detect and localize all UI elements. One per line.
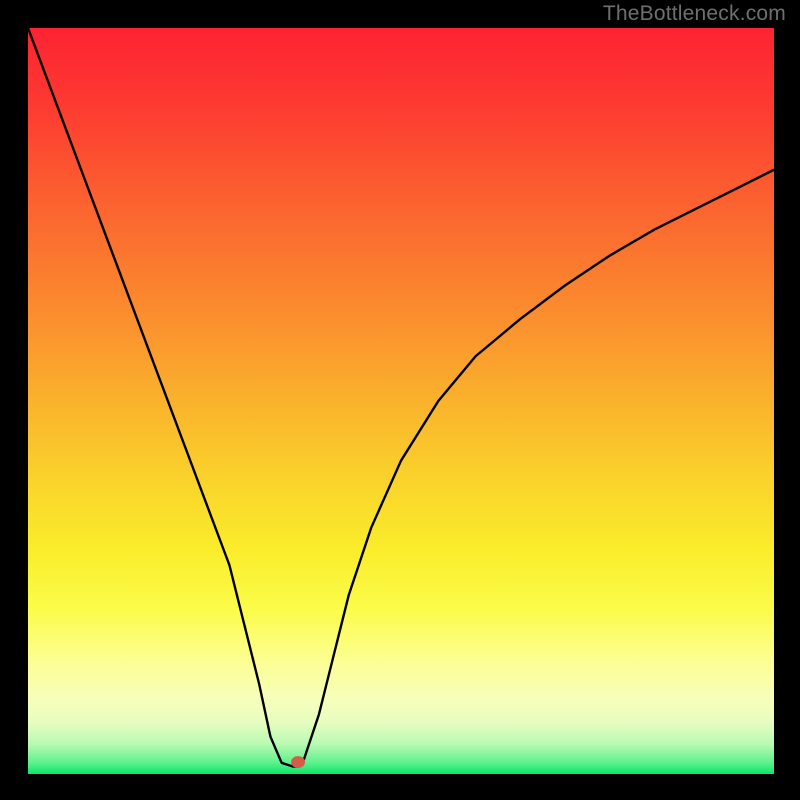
chart-frame: TheBottleneck.com: [0, 0, 800, 800]
bottleneck-chart: [28, 28, 774, 774]
optimal-point-marker: [291, 756, 305, 768]
plot-background: [28, 28, 774, 774]
watermark-label: TheBottleneck.com: [603, 2, 786, 26]
